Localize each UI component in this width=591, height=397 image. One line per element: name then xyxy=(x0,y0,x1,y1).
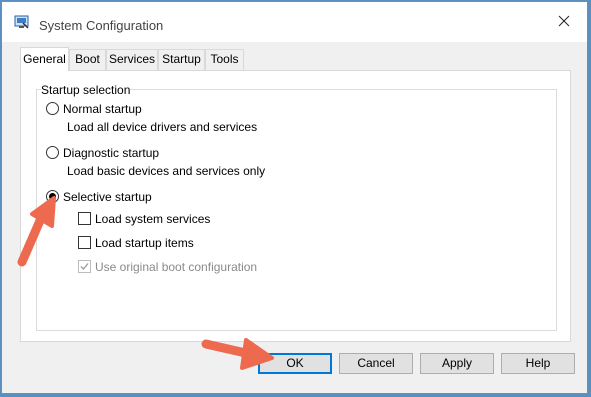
tab-general[interactable]: General xyxy=(20,47,69,71)
normal-startup-description: Load all device drivers and services xyxy=(67,120,258,134)
title-bar: System Configuration xyxy=(2,2,587,42)
diagnostic-startup-description: Load basic devices and services only xyxy=(67,164,266,178)
annotation-arrow-selective xyxy=(17,196,56,267)
general-tab-panel: Startup selection Normal startup Load al… xyxy=(20,70,571,342)
load-system-services-label[interactable]: Load system services xyxy=(95,212,210,226)
normal-startup-radio[interactable] xyxy=(46,102,59,115)
apply-button[interactable]: Apply xyxy=(420,353,494,374)
diagnostic-startup-label[interactable]: Diagnostic startup xyxy=(63,146,159,160)
system-configuration-window: System Configuration General Boot Servic… xyxy=(1,1,588,394)
tab-startup[interactable]: Startup xyxy=(158,49,205,70)
normal-startup-label[interactable]: Normal startup xyxy=(63,102,142,116)
selective-startup-label[interactable]: Selective startup xyxy=(63,190,152,204)
load-startup-items-label[interactable]: Load startup items xyxy=(95,236,194,250)
diagnostic-startup-radio[interactable] xyxy=(46,146,59,159)
cancel-button[interactable]: Cancel xyxy=(339,353,413,374)
system-config-icon xyxy=(14,14,30,30)
startup-selection-label: Startup selection xyxy=(41,83,131,97)
load-system-services-checkbox[interactable] xyxy=(78,212,91,225)
window-title: System Configuration xyxy=(39,18,164,33)
tab-tools[interactable]: Tools xyxy=(205,49,244,70)
use-original-boot-config-label: Use original boot configuration xyxy=(95,260,258,274)
help-button[interactable]: Help xyxy=(501,353,575,374)
close-icon xyxy=(558,15,570,30)
load-startup-items-checkbox[interactable] xyxy=(78,236,91,249)
close-button[interactable] xyxy=(541,2,587,42)
tab-boot[interactable]: Boot xyxy=(69,49,106,70)
annotation-arrow-ok xyxy=(201,338,274,370)
tab-services[interactable]: Services xyxy=(106,49,158,70)
checkmark-icon xyxy=(80,263,89,270)
use-original-boot-config-checkbox xyxy=(78,260,91,273)
